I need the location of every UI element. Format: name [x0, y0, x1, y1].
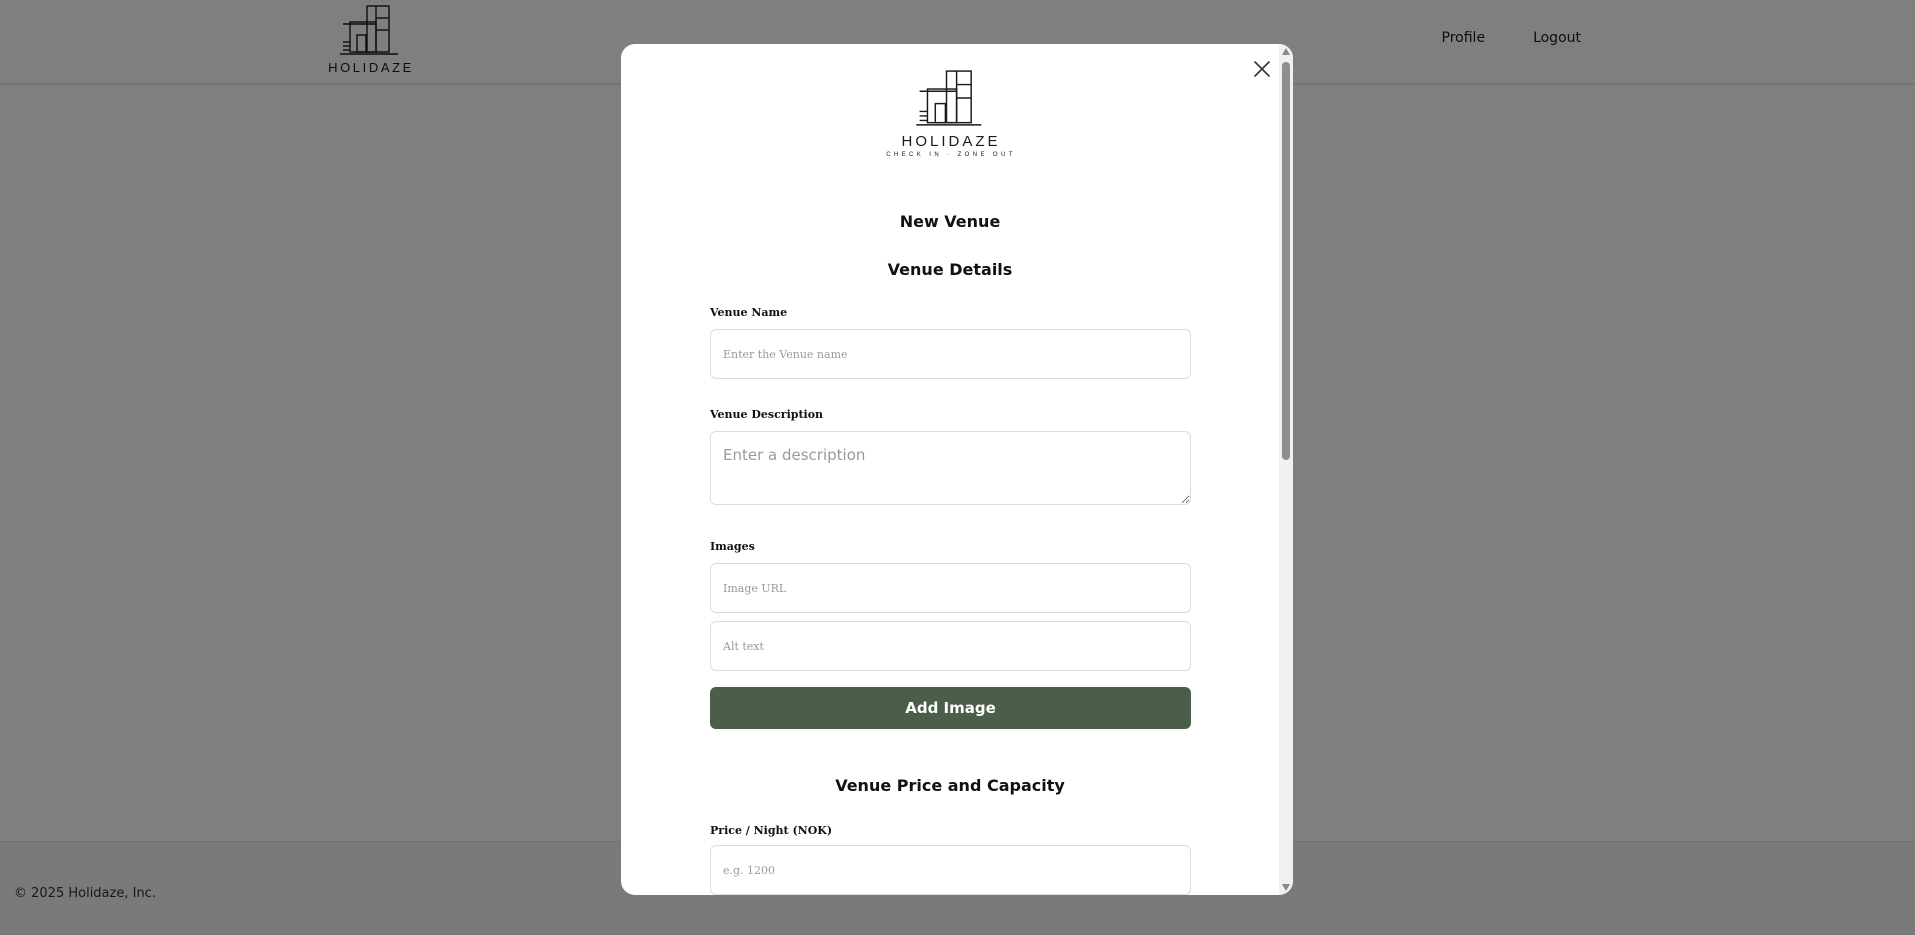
new-venue-modal: HOLIDAZE CHECK IN · ZONE OUT New Venue V…	[621, 44, 1293, 895]
venue-price-capacity-heading: Venue Price and Capacity	[835, 776, 1065, 795]
modal-brand-name: HOLIDAZE	[901, 133, 1001, 150]
images-label: Images	[710, 540, 755, 553]
modal-logo: HOLIDAZE CHECK IN · ZONE OUT	[883, 66, 1019, 158]
holidaze-logo-icon	[916, 70, 982, 126]
scroll-down-arrow[interactable]	[1282, 884, 1290, 891]
add-image-button[interactable]: Add Image	[710, 687, 1191, 729]
image-url-input[interactable]	[710, 563, 1191, 613]
venue-name-input[interactable]	[710, 329, 1191, 379]
price-per-night-input[interactable]	[710, 845, 1191, 895]
close-button[interactable]	[1249, 56, 1275, 82]
scroll-up-arrow[interactable]	[1282, 48, 1290, 55]
close-icon	[1254, 61, 1270, 77]
modal-scrollbar[interactable]	[1279, 44, 1293, 895]
venue-description-label: Venue Description	[710, 408, 824, 421]
image-alt-text-input[interactable]	[710, 621, 1191, 671]
venue-description-textarea[interactable]	[710, 431, 1191, 505]
modal-brand-tagline: CHECK IN · ZONE OUT	[886, 152, 1016, 158]
scrollbar-thumb[interactable]	[1282, 62, 1290, 460]
modal-title: New Venue	[899, 212, 1001, 231]
venue-name-label: Venue Name	[710, 306, 788, 319]
venue-details-heading: Venue Details	[887, 260, 1013, 279]
price-per-night-label: Price / Night (NOK)	[710, 824, 833, 837]
